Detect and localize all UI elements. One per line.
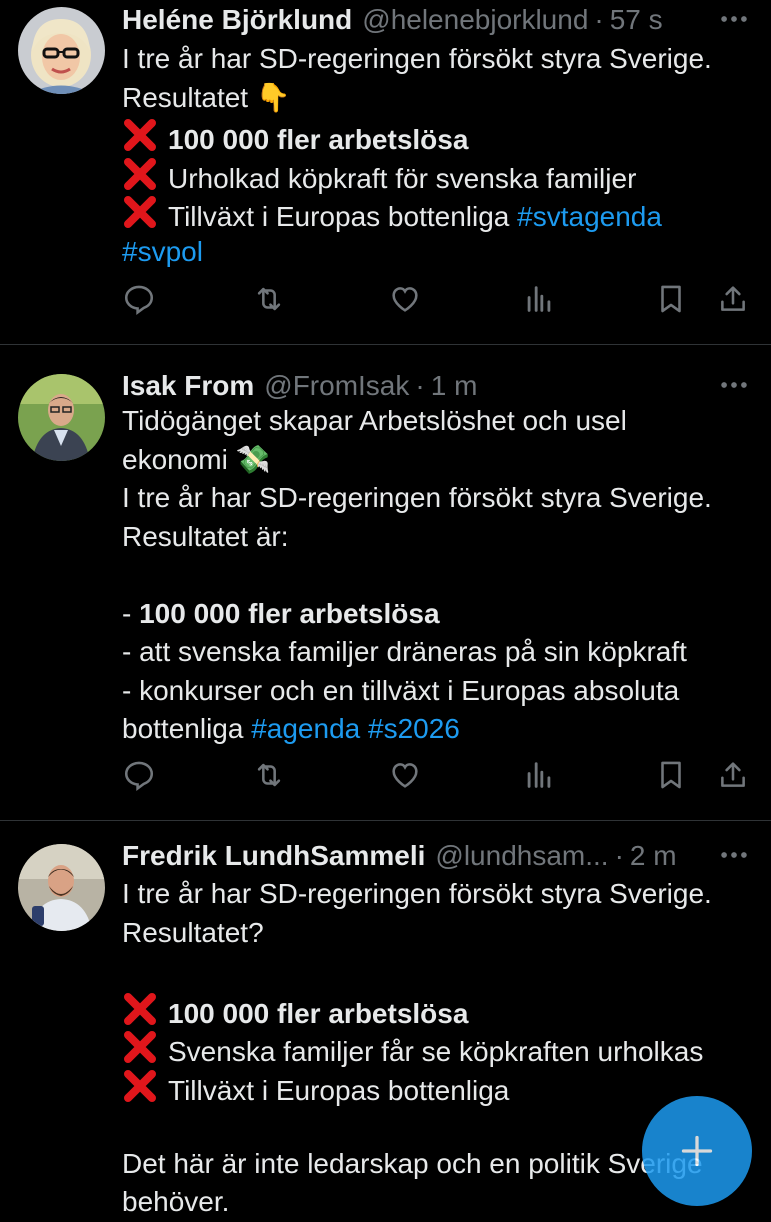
tweet-line: - konkurser och en tillväxt i Europas ab… [122,674,680,706]
hashtag-link[interactable]: #svtagenda [517,201,662,232]
tweet-line: 100 000 fler arbetslösa [168,124,469,155]
tweet-line: Svenska familjer får se köpkraften urhol… [168,1036,704,1067]
tweet-actions [0,758,771,798]
tweet-line: 100 000 fler arbetslösa [168,997,469,1029]
timestamp[interactable]: 1 m [431,370,478,402]
retweet-icon[interactable] [252,758,286,792]
bookmark-icon[interactable] [654,282,688,316]
avatar-photo [18,7,105,94]
tweet-line: I tre år har SD-regeringen försökt styra… [122,482,712,513]
retweet-icon[interactable] [252,282,286,316]
tweet[interactable]: Isak From @FromIsak · 1 m Tidögänget ska… [0,345,771,821]
tweet-line: I tre år har SD-regeringen försökt styra… [122,43,712,74]
display-name[interactable]: Isak From [122,370,254,402]
handle[interactable]: @lundhsam... [435,840,608,872]
red-x-icon [124,196,156,228]
share-icon[interactable] [716,758,750,792]
red-x-icon [124,157,156,190]
more-icon[interactable] [717,2,751,36]
red-x-icon [124,1031,156,1063]
tweet-line: I tre år har SD-regeringen försökt styra… [122,878,712,909]
handle[interactable]: @helenebjorklund [362,4,588,36]
list-dash: - [122,597,140,629]
views-icon[interactable] [522,282,556,316]
red-x-icon [124,992,156,1025]
bookmark-icon[interactable] [654,758,688,792]
tweet-line: Tillväxt i Europas bottenliga [168,201,518,232]
handle[interactable]: @FromIsak [264,370,409,402]
hashtag-link[interactable]: #svpol [122,236,203,267]
tweet-line: Resultatet 👇 [122,81,291,113]
display-name[interactable]: Fredrik LundhSammeli [122,840,425,872]
avatar-photo [18,844,105,931]
timeline-feed: Heléne Björklund @helenebjorklund · 57 s… [0,0,771,1221]
more-icon[interactable] [717,838,751,872]
timestamp[interactable]: 2 m [630,840,677,872]
compose-button[interactable] [642,1096,752,1206]
tweet-actions [0,282,771,322]
tweet-line: Resultatet? [122,916,264,948]
reply-icon[interactable] [122,758,156,792]
hashtag-link[interactable]: #agenda [251,713,360,744]
tweet-line: bottenliga [122,713,252,744]
separator-dot: · [594,4,604,35]
like-icon[interactable] [388,282,422,316]
timestamp[interactable]: 57 s [610,4,663,36]
tweet-line: Tillväxt i Europas bottenliga [168,1074,510,1106]
avatar-photo [18,374,105,461]
compose-icon [681,1135,713,1167]
avatar[interactable] [18,7,105,94]
avatar[interactable] [18,844,105,931]
tweet-line: Det här är inte ledarskap och en politik… [122,1147,703,1179]
display-name[interactable]: Heléne Björklund [122,4,352,36]
tweet-line: Tidögänget skapar Arbetslöshet och usel [122,405,627,436]
tweet-line: Resultatet är: [122,520,289,552]
red-x-icon [124,119,156,151]
tweet[interactable]: Heléne Björklund @helenebjorklund · 57 s… [0,0,771,345]
tweet-line: Urholkad köpkraft för svenska familjer [168,162,637,194]
more-icon[interactable] [717,368,751,402]
red-x-icon [124,1069,156,1102]
tweet-text: Tidögänget skapar Arbetslöshet och usel … [122,402,753,749]
tweet-line: - att svenska familjer dräneras på sin k… [122,636,687,667]
hashtag-link[interactable]: #s2026 [360,713,460,744]
tweet-line: ekonomi 💸 [122,443,271,475]
tweet-line: behöver. [122,1186,230,1217]
avatar[interactable] [18,374,105,461]
separator-dot: · [415,370,425,401]
tweet-line: 100 000 fler arbetslösa [139,597,440,629]
tweet-text: I tre år har SD-regeringen försökt styra… [122,40,753,271]
separator-dot: · [614,840,624,871]
reply-icon[interactable] [122,282,156,316]
share-icon[interactable] [716,282,750,316]
like-icon[interactable] [388,758,422,792]
views-icon[interactable] [522,758,556,792]
